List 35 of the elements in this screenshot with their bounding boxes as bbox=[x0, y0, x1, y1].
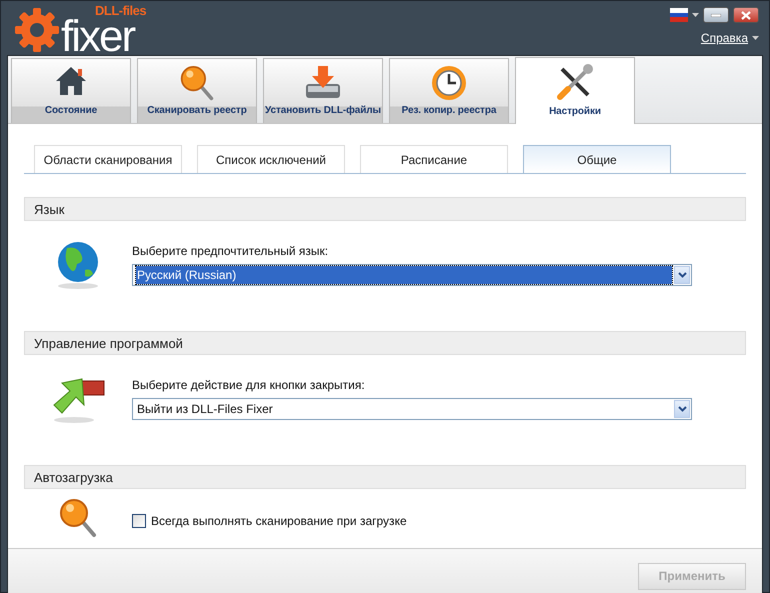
checkbox[interactable] bbox=[132, 514, 146, 528]
dropdown[interactable]: Выйти из DLL-Files Fixer bbox=[132, 398, 692, 420]
caret-icon[interactable] bbox=[692, 13, 699, 17]
tools-icon bbox=[556, 63, 594, 101]
main-tab[interactable]: Сканировать реестр bbox=[137, 58, 257, 123]
checkbox-label: Всегда выполнять сканирование при загрузке bbox=[151, 514, 407, 528]
field-label: Выберите предпочтительный язык: bbox=[132, 244, 330, 258]
dropdown[interactable]: Русский (Russian) bbox=[132, 264, 692, 286]
clock-icon bbox=[430, 64, 468, 102]
settings-tab[interactable]: Расписание bbox=[360, 145, 508, 173]
flag-icon[interactable] bbox=[670, 8, 688, 22]
minimize-icon bbox=[711, 14, 721, 16]
main-tab[interactable]: Настройки bbox=[515, 57, 635, 124]
section-header: Управление программой bbox=[24, 331, 746, 355]
close-icon bbox=[741, 10, 751, 20]
globe-icon bbox=[55, 240, 101, 290]
settings-tab[interactable]: Области сканирования bbox=[34, 145, 182, 173]
settings-tab[interactable]: Общие bbox=[523, 145, 671, 173]
house-icon bbox=[54, 64, 88, 98]
chevron-down-icon bbox=[678, 272, 686, 278]
minimize-button[interactable] bbox=[703, 7, 729, 23]
gear-icon bbox=[15, 8, 59, 52]
section-header: Язык bbox=[24, 197, 746, 221]
field-label: Выберите действие для кнопки закрытия: bbox=[132, 378, 366, 392]
close-button[interactable] bbox=[733, 7, 759, 23]
help-link[interactable]: Справка bbox=[700, 31, 759, 45]
settings-tab[interactable]: Список исключений bbox=[197, 145, 345, 173]
logo-subtitle: DLL-files bbox=[95, 4, 146, 18]
main-tab[interactable]: Рез. копир. реестра bbox=[389, 58, 509, 123]
main-tab[interactable]: Установить DLL-файлы bbox=[263, 58, 383, 123]
section-header: Автозагрузка bbox=[24, 465, 746, 489]
logo-text: fixer bbox=[61, 19, 134, 55]
main-tab[interactable]: Состояние bbox=[11, 58, 131, 123]
caret-icon bbox=[752, 36, 759, 40]
chevron-down-icon bbox=[678, 406, 686, 412]
